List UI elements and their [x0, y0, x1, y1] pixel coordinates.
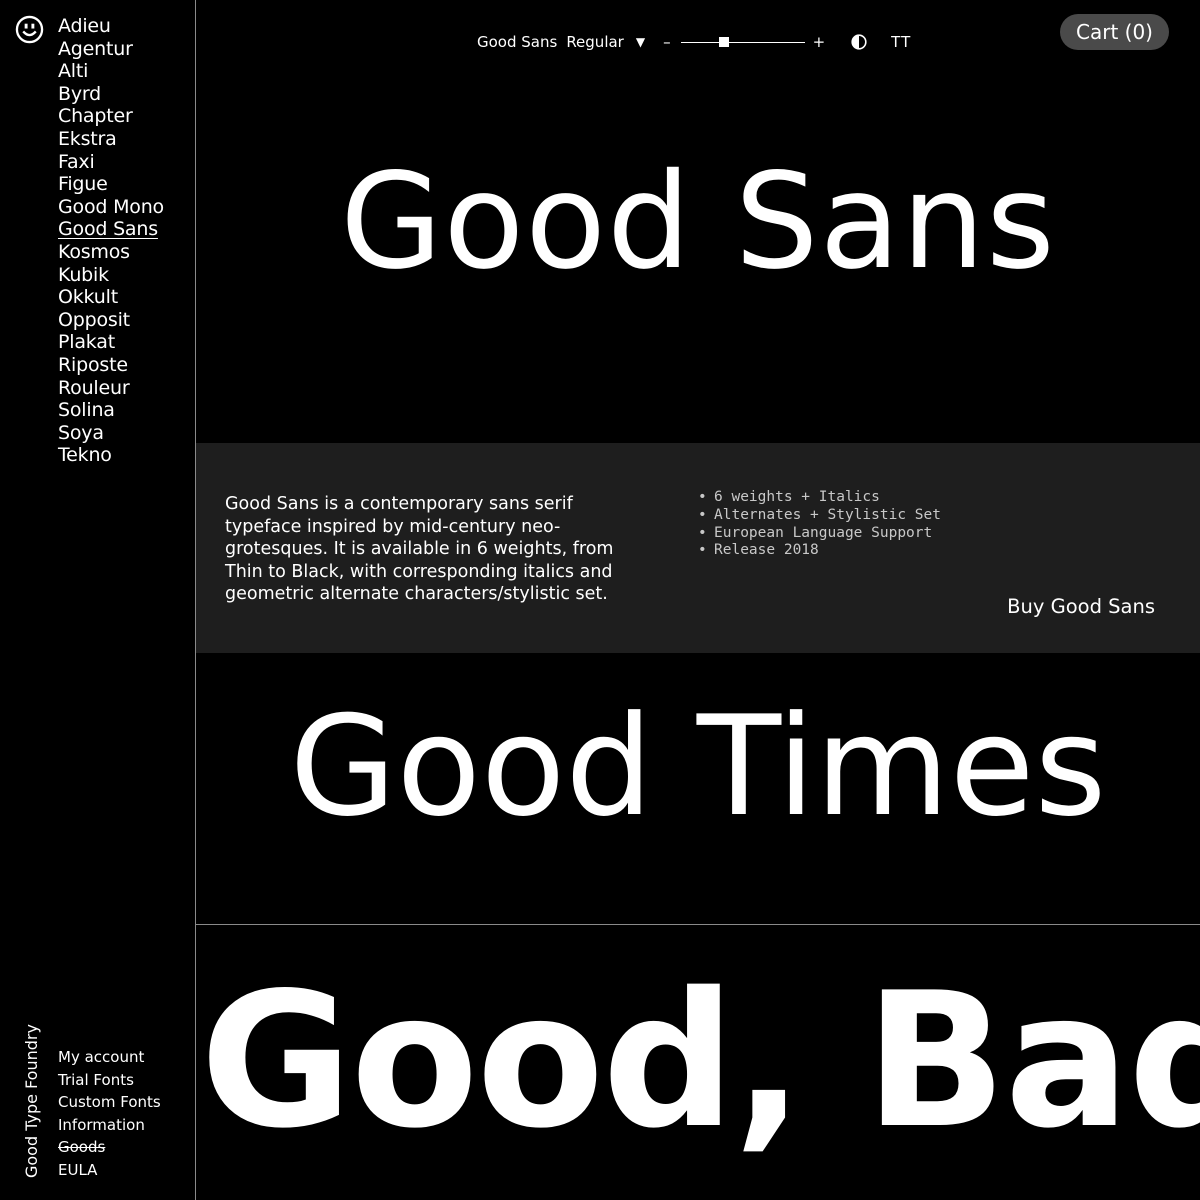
font-link[interactable]: Plakat — [58, 331, 164, 354]
font-link[interactable]: Faxi — [58, 151, 164, 174]
footer-link[interactable]: My account — [58, 1046, 161, 1069]
font-link[interactable]: Good Mono — [58, 196, 164, 219]
font-info-panel: Good Sans is a contemporary sans serif t… — [196, 443, 1200, 653]
font-link[interactable]: Alti — [58, 60, 164, 83]
font-link[interactable]: Figue — [58, 173, 164, 196]
footer-link[interactable]: Custom Fonts — [58, 1091, 161, 1114]
font-link[interactable]: Tekno — [58, 444, 164, 467]
font-description: Good Sans is a contemporary sans serif t… — [225, 494, 614, 604]
font-link[interactable]: Adieu — [58, 15, 164, 38]
main-content: Good Sans Good Sans is a contemporary sa… — [196, 0, 1200, 1200]
buy-font-link[interactable]: Buy Good Sans — [1007, 595, 1155, 618]
font-link[interactable]: Solina — [58, 399, 164, 422]
feature-list: 6 weights + ItalicsAlternates + Stylisti… — [696, 489, 941, 560]
font-link[interactable]: Opposit — [58, 309, 164, 332]
font-link[interactable]: Chapter — [58, 105, 164, 128]
font-link[interactable]: Rouleur — [58, 377, 164, 400]
feature-item: European Language Support — [696, 525, 941, 543]
feature-item: Release 2018 — [696, 542, 941, 560]
page: Adieu Agentur Alti Byrd Chapter Ekstra Faxi Fig… — [0, 0, 1200, 1200]
font-link[interactable]: Good Sans — [58, 218, 164, 241]
font-link[interactable]: Riposte — [58, 354, 164, 377]
font-link[interactable]: Okkult — [58, 286, 164, 309]
font-link[interactable]: Kosmos — [58, 241, 164, 264]
feature-item: Alternates + Stylistic Set — [696, 507, 941, 525]
specimen-good-bad[interactable]: Good, Bad — [200, 968, 1200, 1154]
font-link[interactable]: Byrd — [58, 83, 164, 106]
specimen-good-sans[interactable]: Good Sans — [196, 156, 1200, 288]
section-divider — [196, 924, 1200, 925]
specimen-good-times[interactable]: Good Times — [196, 698, 1200, 836]
font-link[interactable]: Kubik — [58, 264, 164, 287]
font-link[interactable]: Agentur — [58, 38, 164, 61]
font-list: Adieu Agentur Alti Byrd Chapter Ekstra Faxi Fig… — [58, 15, 164, 467]
footer-link[interactable]: Goods — [58, 1136, 161, 1159]
footer-links: My account Trial Fonts Custom Fonts Informa… — [58, 1046, 161, 1181]
footer-link[interactable]: Trial Fonts — [58, 1069, 161, 1092]
feature-item: 6 weights + Italics — [696, 489, 941, 507]
sidebar: Adieu Agentur Alti Byrd Chapter Ekstra Faxi Fig… — [0, 0, 196, 1200]
brand-name[interactable]: Good Type Foundry — [22, 1024, 42, 1178]
footer-link[interactable]: Information — [58, 1114, 161, 1137]
footer-link[interactable]: EULA — [58, 1159, 161, 1182]
font-link[interactable]: Ekstra — [58, 128, 164, 151]
font-link[interactable]: Soya — [58, 422, 164, 445]
smiley-icon[interactable] — [15, 15, 44, 44]
